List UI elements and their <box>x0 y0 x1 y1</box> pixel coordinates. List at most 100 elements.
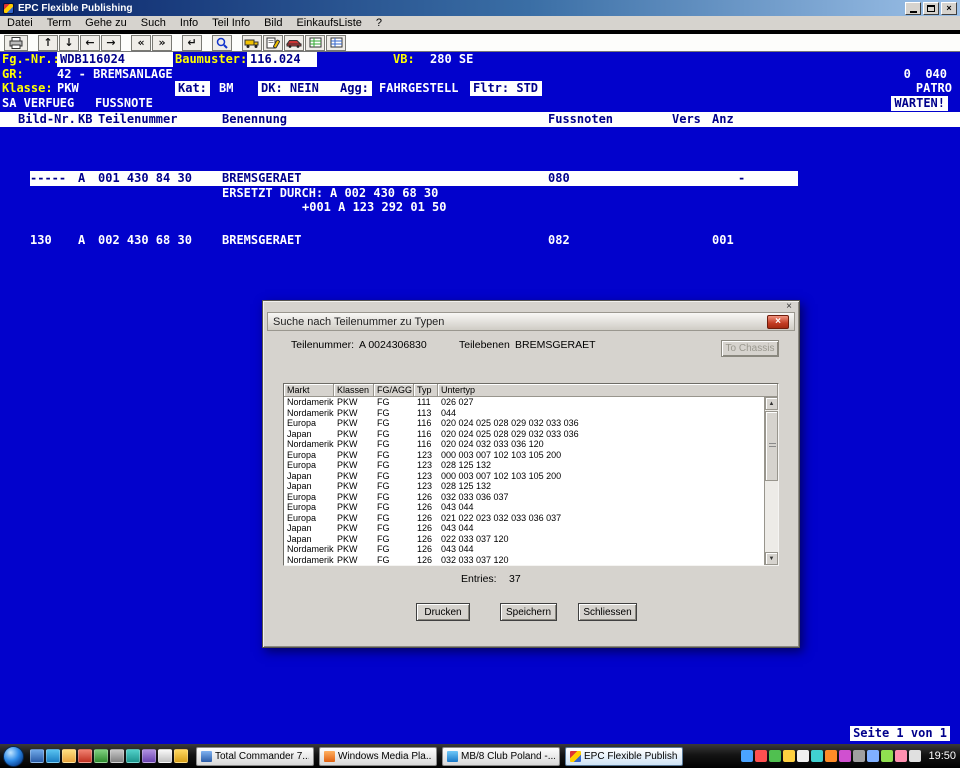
minimize-button[interactable] <box>905 2 921 15</box>
type-row[interactable]: JapanPKWFG123000 003 007 102 103 105 200 <box>284 471 764 482</box>
tray-icon[interactable] <box>797 750 809 762</box>
menu-gehe-zu[interactable]: Gehe zu <box>78 16 134 30</box>
type-row[interactable]: JapanPKWFG123028 125 132 <box>284 481 764 492</box>
type-row[interactable]: EuropaPKWFG126021 022 023 032 033 036 03… <box>284 513 764 524</box>
taskbar-clock[interactable]: 19:50 <box>928 750 956 762</box>
menu-einkaufsliste[interactable]: EinkaufsListe <box>289 16 368 30</box>
scroll-up-button[interactable]: ▲ <box>765 397 778 410</box>
maximize-button[interactable] <box>923 2 939 15</box>
quick-launch-icon[interactable] <box>158 749 172 763</box>
menu-bild[interactable]: Bild <box>257 16 289 30</box>
edit-list-button[interactable] <box>263 35 283 51</box>
tray-icon[interactable] <box>755 750 767 762</box>
nav-down-button[interactable]: ↓ <box>59 35 79 51</box>
fg-nr-field[interactable]: WDB116024 <box>57 52 173 67</box>
col-untertyp[interactable]: Untertyp <box>438 384 778 397</box>
col-fg-agg[interactable]: FG/AGG <box>374 384 414 397</box>
tray-icon[interactable] <box>811 750 823 762</box>
cell: PKW <box>334 439 374 449</box>
tray-icon[interactable] <box>853 750 865 762</box>
tray-icon[interactable] <box>741 750 753 762</box>
part-row-selected[interactable]: ----- A 001 430 84 30 BREMSGERAET 080 - <box>30 171 798 186</box>
type-row[interactable]: NordamerikaPKWFG113044 <box>284 408 764 419</box>
type-row[interactable]: NordamerikaPKWFG126032 033 037 120 <box>284 555 764 566</box>
baumuster-field[interactable]: 116.024 <box>247 52 317 67</box>
task-total-commander[interactable]: Total Commander 7... <box>196 747 314 766</box>
cell: Europa <box>284 492 334 502</box>
to-chassis-button[interactable]: To Chassis <box>721 340 779 357</box>
drucken-button[interactable]: Drucken <box>416 603 470 621</box>
col-markt[interactable]: Markt <box>284 384 334 397</box>
type-row[interactable]: NordamerikaPKWFG111026 027 <box>284 397 764 408</box>
search-button[interactable] <box>212 35 232 51</box>
volume-icon[interactable] <box>909 750 921 762</box>
quick-launch-icon[interactable] <box>30 749 44 763</box>
type-row[interactable]: JapanPKWFG126043 044 <box>284 523 764 534</box>
type-row[interactable]: JapanPKWFG126022 033 037 120 <box>284 534 764 545</box>
parts-grid-button[interactable] <box>305 35 325 51</box>
quick-launch-icon[interactable] <box>78 749 92 763</box>
vb-value: 280 SE <box>430 52 473 67</box>
col-klassen[interactable]: Klassen <box>334 384 374 397</box>
schliessen-button[interactable]: Schliessen <box>578 603 637 621</box>
quick-launch-icon[interactable] <box>94 749 108 763</box>
klasse-label: Klasse: <box>2 81 53 96</box>
window-titlebar[interactable]: EPC Flexible Publishing × <box>0 0 960 16</box>
part-row[interactable]: 130 A 002 430 68 30 BREMSGERAET 082 001 <box>30 233 798 248</box>
print-button[interactable] <box>4 35 28 51</box>
type-row[interactable]: NordamerikaPKWFG126043 044 <box>284 544 764 555</box>
quick-launch-icon[interactable] <box>174 749 188 763</box>
type-row[interactable]: JapanPKWFG116020 024 025 028 029 032 033… <box>284 429 764 440</box>
enter-button[interactable]: ↵ <box>182 35 202 51</box>
speichern-button[interactable]: Speichern <box>500 603 557 621</box>
page-prev-button[interactable]: « <box>131 35 151 51</box>
scroll-down-button[interactable]: ▼ <box>765 552 778 565</box>
nav-left-button[interactable]: ← <box>80 35 100 51</box>
quick-launch-icon[interactable] <box>110 749 124 763</box>
menu-info[interactable]: Info <box>173 16 205 30</box>
agg-field[interactable]: Agg: <box>337 81 372 96</box>
kat-field[interactable]: Kat: <box>175 81 210 96</box>
menu-datei[interactable]: Datei <box>0 16 40 30</box>
dialog-titlebar[interactable]: Suche nach Teilenummer zu Typen × <box>267 312 795 331</box>
quick-launch-icon[interactable] <box>46 749 60 763</box>
tray-icon[interactable] <box>895 750 907 762</box>
nav-right-button[interactable]: → <box>101 35 121 51</box>
dialog-outer-close-button[interactable]: × <box>786 301 792 312</box>
type-row[interactable]: EuropaPKWFG116020 024 025 028 029 032 03… <box>284 418 764 429</box>
scrollbar-thumb[interactable] <box>765 411 778 481</box>
type-row[interactable]: EuropaPKWFG123000 003 007 102 103 105 20… <box>284 450 764 461</box>
type-row[interactable]: NordamerikaPKWFG116020 024 032 033 036 1… <box>284 439 764 450</box>
task-epc-flexible-publishing[interactable]: EPC Flexible Publish... <box>565 747 683 766</box>
type-row[interactable]: EuropaPKWFG123028 125 132 <box>284 460 764 471</box>
menu-help[interactable]: ? <box>369 16 389 30</box>
quick-launch-icon[interactable] <box>126 749 140 763</box>
tray-icon[interactable] <box>825 750 837 762</box>
dk-field[interactable]: DK: NEIN <box>258 81 340 96</box>
task-windows-media-player[interactable]: Windows Media Pla... <box>319 747 437 766</box>
fltr-field[interactable]: Fltr: STD <box>470 81 542 96</box>
tray-icon[interactable] <box>769 750 781 762</box>
page-next-button[interactable]: » <box>152 35 172 51</box>
tray-icon[interactable] <box>783 750 795 762</box>
dialog-close-button[interactable]: × <box>767 315 789 329</box>
menu-such[interactable]: Such <box>134 16 173 30</box>
table-scrollbar[interactable]: ▲ ▼ <box>764 397 778 565</box>
start-button[interactable] <box>3 746 24 767</box>
tray-icon[interactable] <box>881 750 893 762</box>
close-button[interactable]: × <box>941 2 957 15</box>
type-row[interactable]: EuropaPKWFG126032 033 036 037 <box>284 492 764 503</box>
shopping-grid-button[interactable] <box>326 35 346 51</box>
col-typ[interactable]: Typ <box>414 384 438 397</box>
truck-button[interactable] <box>242 35 262 51</box>
task-browser[interactable]: MB/8 Club Poland -... <box>442 747 560 766</box>
menu-teil-info[interactable]: Teil Info <box>205 16 257 30</box>
type-row[interactable]: EuropaPKWFG126043 044 <box>284 502 764 513</box>
tray-icon[interactable] <box>839 750 851 762</box>
tray-icon[interactable] <box>867 750 879 762</box>
quick-launch-icon[interactable] <box>62 749 76 763</box>
car-button[interactable] <box>284 35 304 51</box>
nav-up-button[interactable]: ↑ <box>38 35 58 51</box>
menu-term[interactable]: Term <box>40 16 78 30</box>
quick-launch-icon[interactable] <box>142 749 156 763</box>
